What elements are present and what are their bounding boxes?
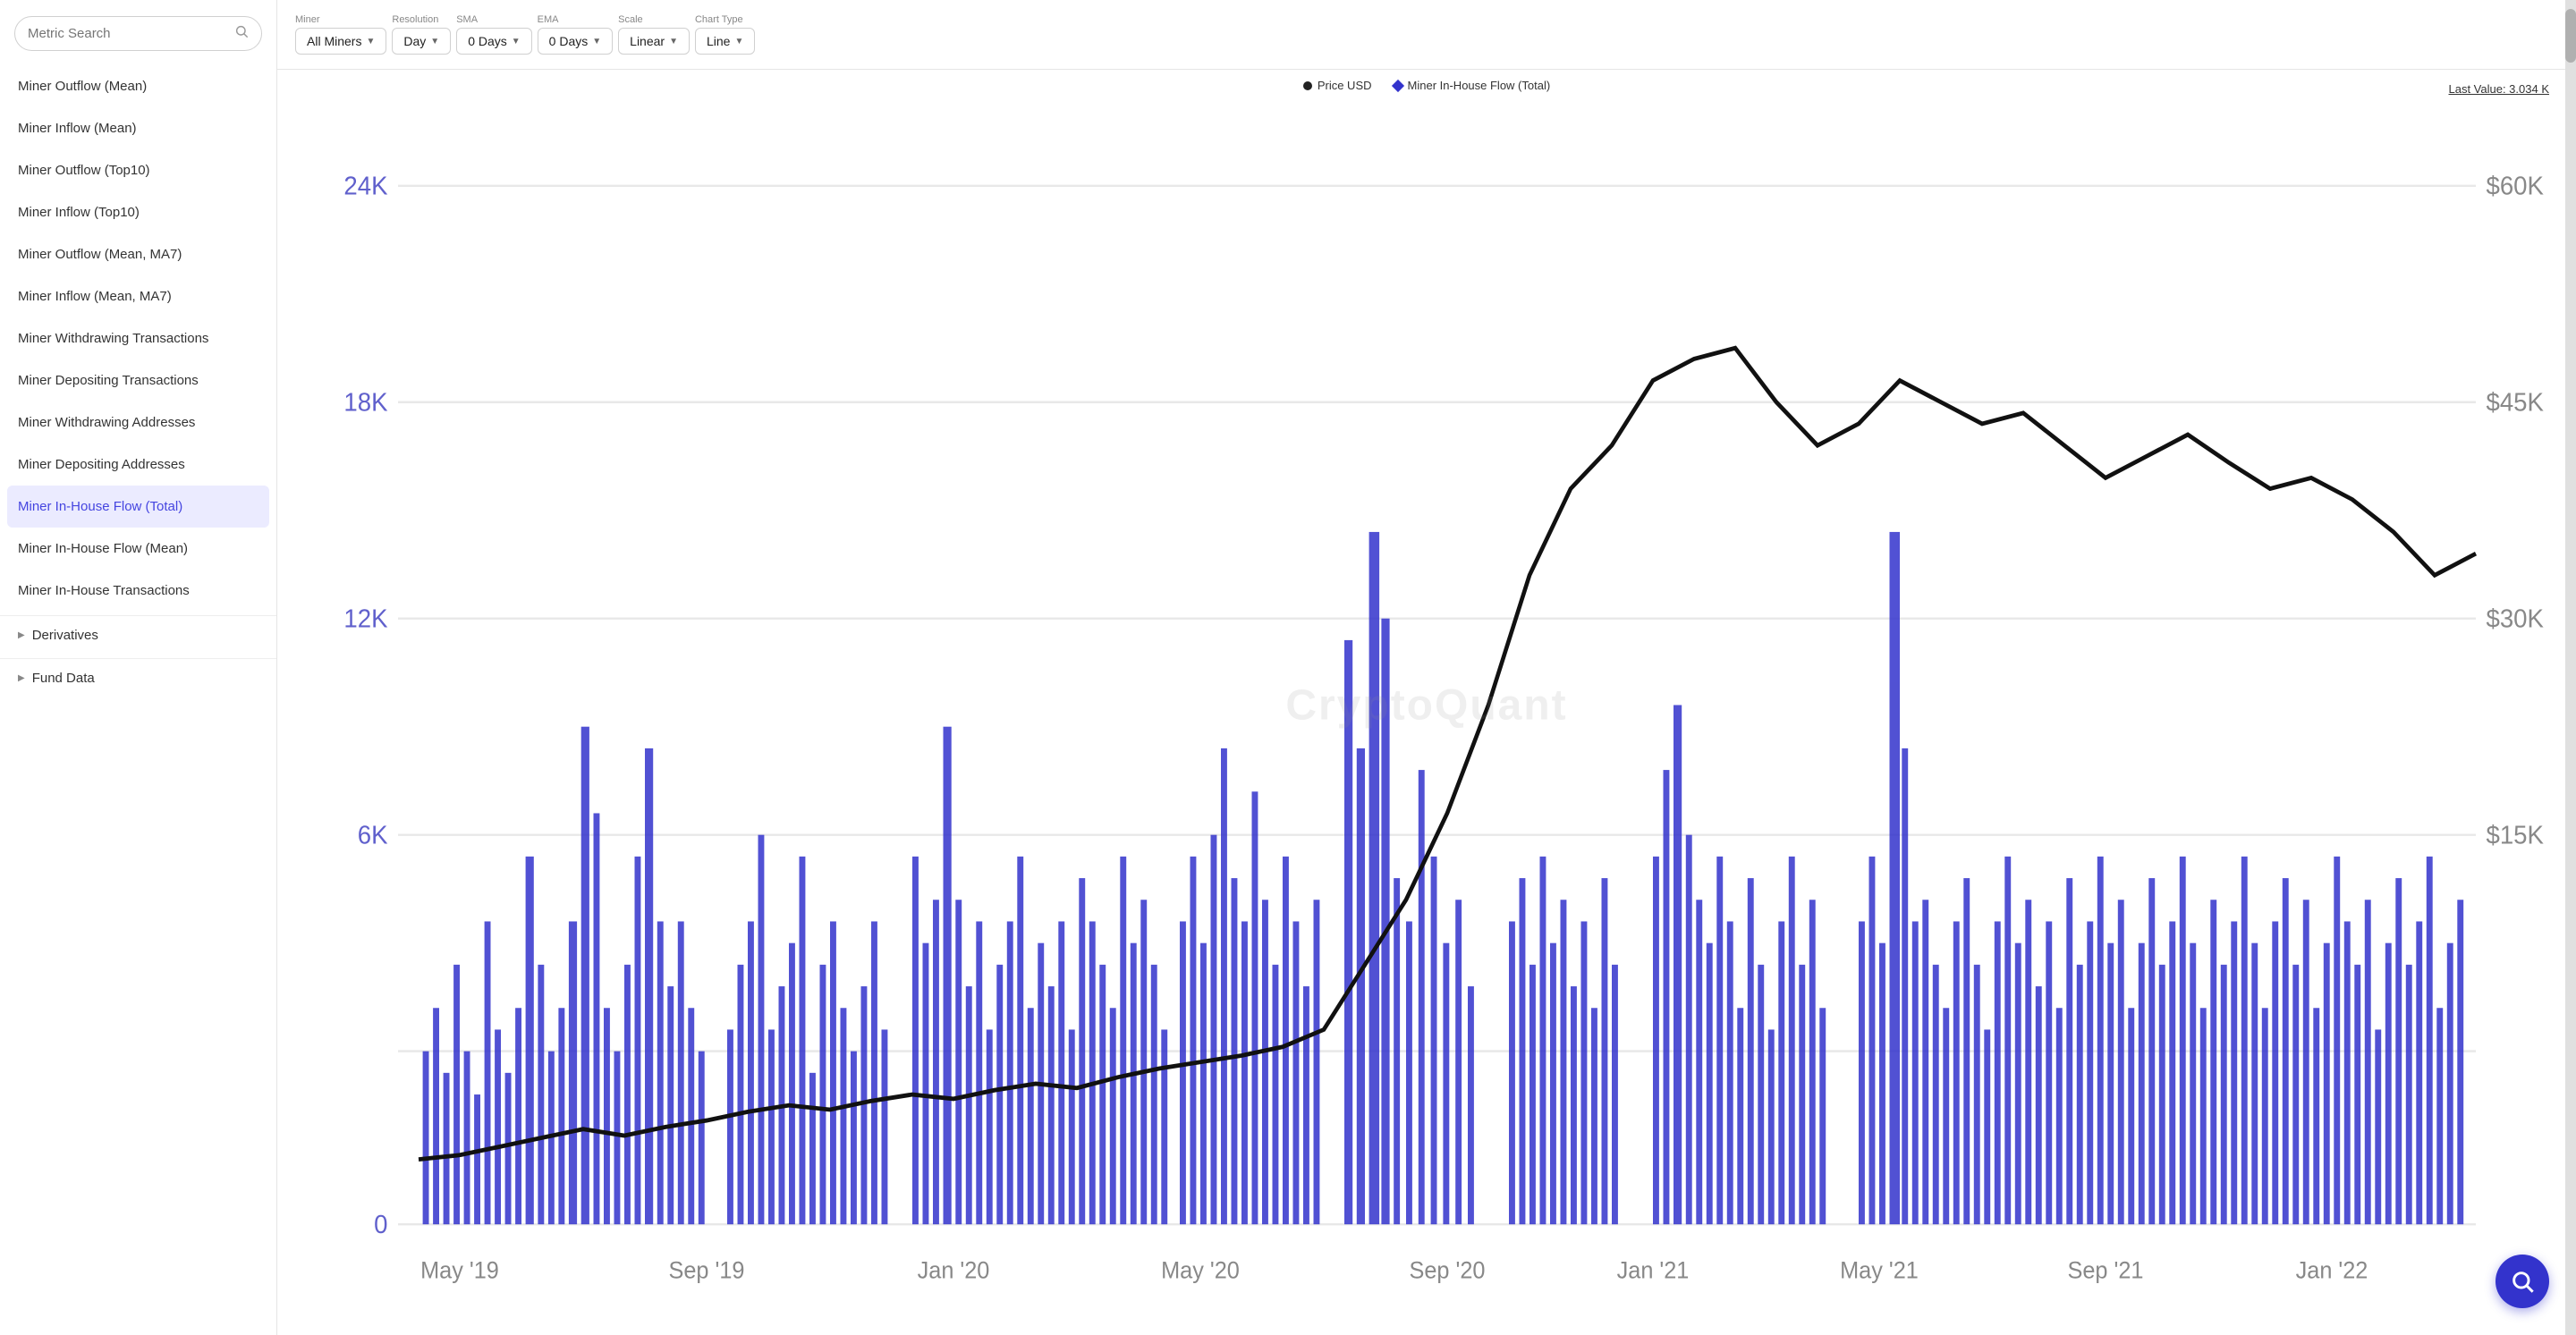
scale-label: Scale <box>618 14 643 25</box>
chevron-down-icon: ▼ <box>734 37 743 46</box>
ema-filter-group: EMA 0 Days ▼ <box>538 14 613 55</box>
miner-filter-group: Miner All Miners ▼ <box>295 14 386 55</box>
ema-value: 0 Days <box>549 34 589 48</box>
scale-filter-group: Scale Linear ▼ <box>618 14 690 55</box>
sidebar-item-miner-withdrawing-addresses[interactable]: Miner Withdrawing Addresses <box>0 401 276 444</box>
chart-svg: 24K 18K 12K 6K 0 $60K $45K $30K $15K May… <box>295 99 2558 1311</box>
svg-text:12K: 12K <box>343 604 387 634</box>
sidebar-item-miner-outflow-mean-ma7[interactable]: Miner Outflow (Mean, MA7) <box>0 233 276 275</box>
svg-text:Sep '20: Sep '20 <box>1410 1256 1486 1284</box>
sidebar-section-fund-data[interactable]: ▶ Fund Data <box>0 658 276 697</box>
legend-price: Price USD <box>1303 79 1372 92</box>
chart-type-value: Line <box>707 34 730 48</box>
svg-text:Jan '22: Jan '22 <box>2296 1256 2368 1284</box>
sidebar-item-miner-depositing-addresses[interactable]: Miner Depositing Addresses <box>0 444 276 486</box>
scale-dropdown[interactable]: Linear ▼ <box>618 28 690 55</box>
svg-text:May '19: May '19 <box>420 1256 499 1284</box>
chevron-down-icon: ▼ <box>592 37 601 46</box>
svg-text:$30K: $30K <box>2487 604 2545 634</box>
svg-text:Sep '19: Sep '19 <box>669 1256 745 1284</box>
chevron-right-icon: ▶ <box>18 673 25 683</box>
sidebar: Miner Outflow (Mean)Miner Inflow (Mean)M… <box>0 0 277 1335</box>
sidebar-section-label: Fund Data <box>32 671 95 686</box>
ema-label: EMA <box>538 14 559 25</box>
resolution-value: Day <box>403 34 426 48</box>
sidebar-item-miner-inflow-mean-ma7[interactable]: Miner Inflow (Mean, MA7) <box>0 275 276 317</box>
chart-type-filter-group: Chart Type Line ▼ <box>695 14 755 55</box>
price-legend-icon <box>1303 81 1312 90</box>
svg-text:Jan '21: Jan '21 <box>1617 1256 1690 1284</box>
svg-text:May '20: May '20 <box>1161 1256 1240 1284</box>
svg-text:6K: 6K <box>358 821 388 850</box>
svg-text:May '21: May '21 <box>1840 1256 1919 1284</box>
chevron-down-icon: ▼ <box>669 37 678 46</box>
sidebar-section-derivatives[interactable]: ▶ Derivatives <box>0 615 276 655</box>
miner-label: Miner <box>295 14 320 25</box>
sma-label: SMA <box>456 14 478 25</box>
chart-type-dropdown[interactable]: Line ▼ <box>695 28 755 55</box>
svg-text:$15K: $15K <box>2487 821 2545 850</box>
chart-type-label: Chart Type <box>695 14 743 25</box>
sidebar-item-miner-withdrawing-transactions[interactable]: Miner Withdrawing Transactions <box>0 317 276 359</box>
svg-text:0: 0 <box>374 1210 387 1239</box>
search-fab-button[interactable] <box>2496 1255 2549 1308</box>
sidebar-section-label: Derivatives <box>32 628 98 643</box>
resolution-label: Resolution <box>392 14 438 25</box>
svg-text:18K: 18K <box>343 388 387 418</box>
miner-value: All Miners <box>307 34 361 48</box>
chevron-down-icon: ▼ <box>366 37 375 46</box>
sidebar-item-miner-inflow-top10[interactable]: Miner Inflow (Top10) <box>0 191 276 233</box>
flow-legend-label: Miner In-House Flow (Total) <box>1408 79 1551 92</box>
scrollbar[interactable] <box>2565 0 2576 1335</box>
svg-text:Jan '20: Jan '20 <box>918 1256 990 1284</box>
sma-filter-group: SMA 0 Days ▼ <box>456 14 531 55</box>
sidebar-item-miner-in-house-flow-total[interactable]: Miner In-House Flow (Total) <box>7 486 269 528</box>
main-content: Miner All Miners ▼ Resolution Day ▼ SMA … <box>277 0 2576 1335</box>
legend-flow: Miner In-House Flow (Total) <box>1394 79 1551 92</box>
chart-area: Price USD Miner In-House Flow (Total) La… <box>277 70 2576 1335</box>
flow-legend-icon <box>1391 79 1403 91</box>
sidebar-item-miner-in-house-flow-mean[interactable]: Miner In-House Flow (Mean) <box>0 528 276 570</box>
chart-legend: Price USD Miner In-House Flow (Total) <box>295 79 2558 92</box>
sidebar-item-miner-depositing-transactions[interactable]: Miner Depositing Transactions <box>0 359 276 401</box>
sidebar-item-miner-outflow-top10[interactable]: Miner Outflow (Top10) <box>0 149 276 191</box>
svg-text:$60K: $60K <box>2487 172 2545 201</box>
chevron-down-icon: ▼ <box>430 37 439 46</box>
miner-dropdown[interactable]: All Miners ▼ <box>295 28 386 55</box>
chevron-right-icon: ▶ <box>18 630 25 640</box>
svg-text:$45K: $45K <box>2487 388 2545 418</box>
ema-dropdown[interactable]: 0 Days ▼ <box>538 28 613 55</box>
sidebar-item-miner-in-house-transactions[interactable]: Miner In-House Transactions <box>0 570 276 612</box>
sidebar-item-miner-outflow-mean[interactable]: Miner Outflow (Mean) <box>0 65 276 107</box>
price-legend-label: Price USD <box>1318 79 1372 92</box>
sma-dropdown[interactable]: 0 Days ▼ <box>456 28 531 55</box>
chart-svg-container: CryptoQuant 24K 18K 12K 6K 0 $60K $45K $… <box>295 99 2558 1311</box>
search-box[interactable] <box>14 16 262 51</box>
last-value-label: Last Value: 3.034 K <box>2448 82 2549 96</box>
svg-text:24K: 24K <box>343 172 387 201</box>
search-icon <box>234 24 249 43</box>
svg-text:Sep '21: Sep '21 <box>2068 1256 2144 1284</box>
resolution-filter-group: Resolution Day ▼ <box>392 14 451 55</box>
sidebar-item-miner-inflow-mean[interactable]: Miner Inflow (Mean) <box>0 107 276 149</box>
search-input[interactable] <box>28 26 234 41</box>
toolbar: Miner All Miners ▼ Resolution Day ▼ SMA … <box>277 0 2576 70</box>
resolution-dropdown[interactable]: Day ▼ <box>392 28 451 55</box>
scrollbar-thumb[interactable] <box>2565 9 2576 63</box>
chevron-down-icon: ▼ <box>512 37 521 46</box>
sma-value: 0 Days <box>468 34 507 48</box>
sidebar-items-list: Miner Outflow (Mean)Miner Inflow (Mean)M… <box>0 65 276 612</box>
scale-value: Linear <box>630 34 665 48</box>
